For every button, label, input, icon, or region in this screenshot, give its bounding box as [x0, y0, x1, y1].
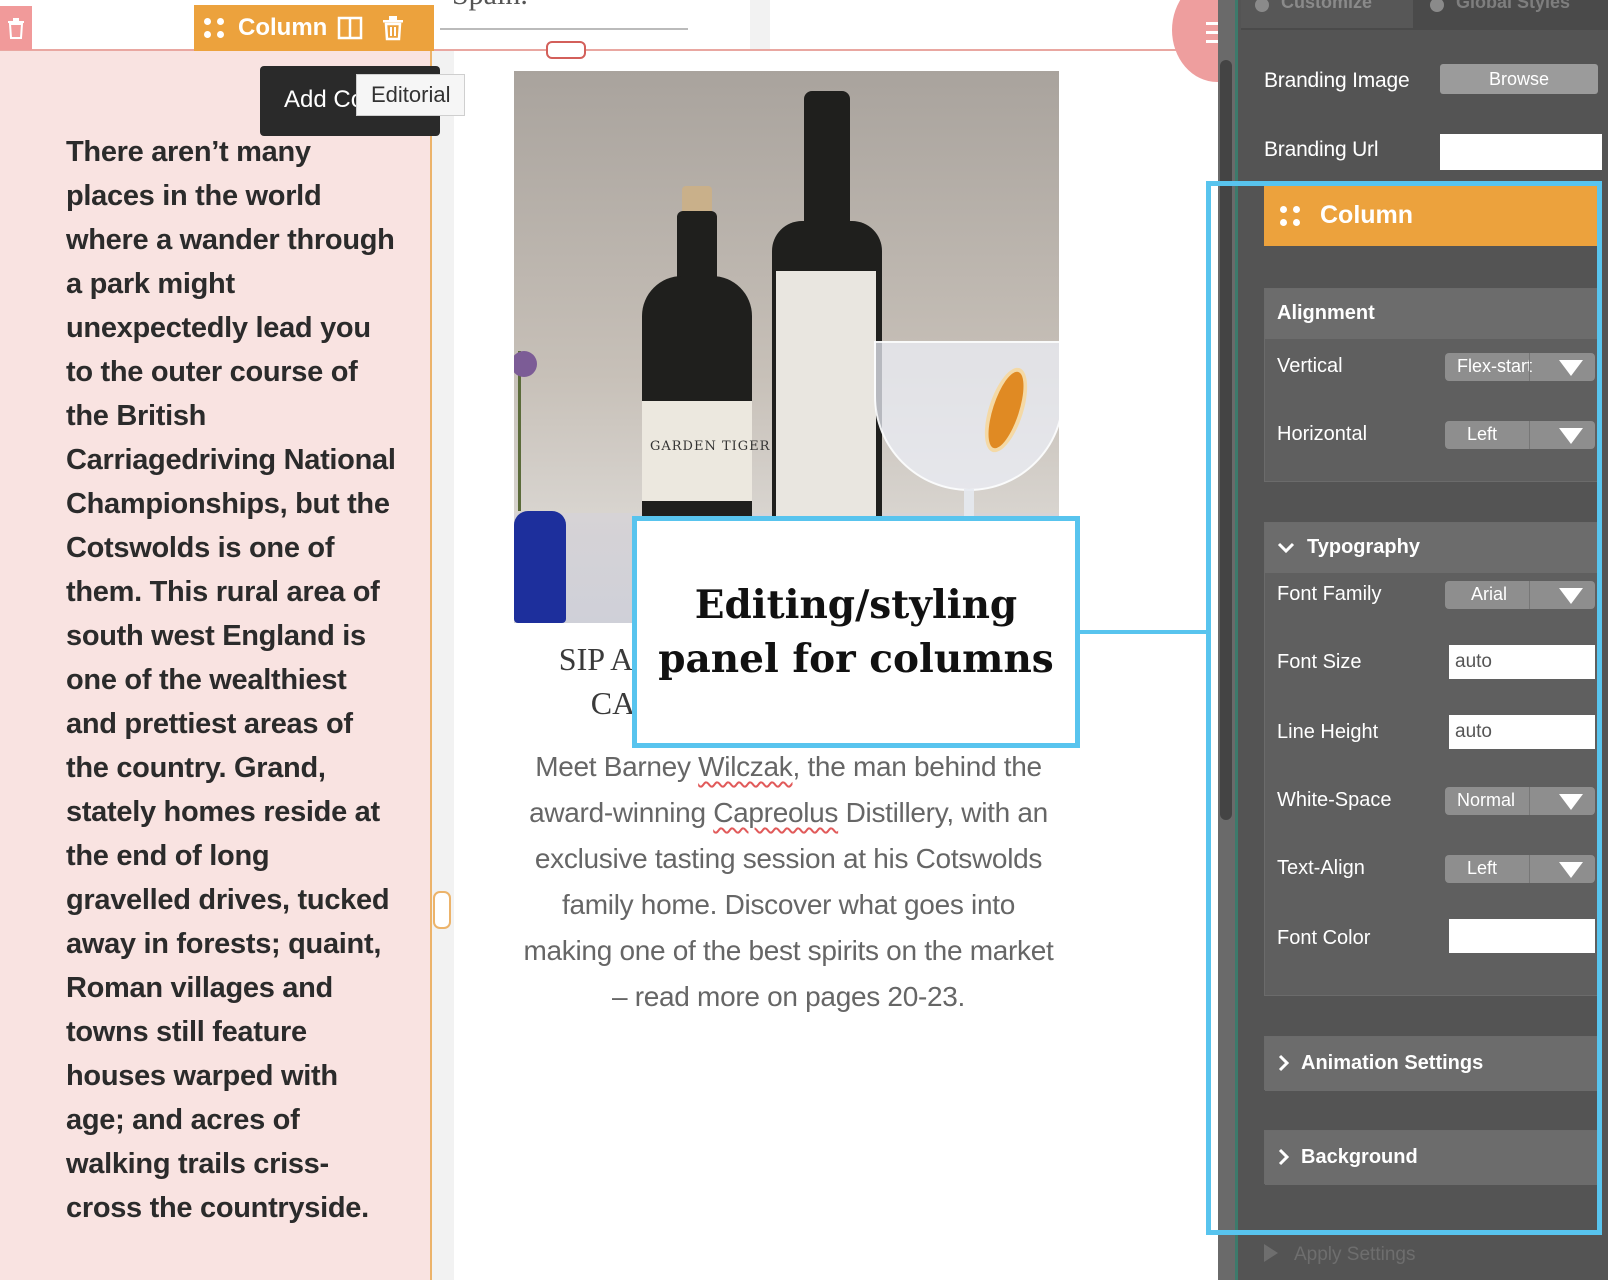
editorial-tooltip: Editorial	[356, 74, 466, 116]
editor-canvas: There aren’t many places in the world wh…	[0, 0, 1218, 1280]
desc-text: Meet Barney	[535, 751, 699, 782]
apply-settings-label: Apply Settings	[1294, 1244, 1416, 1265]
branding-url-label: Branding Url	[1264, 138, 1379, 161]
vase-graphic	[514, 511, 566, 623]
misspelled-word: Capreolus	[713, 797, 839, 828]
tab-global-styles[interactable]: Global Styles	[1416, 0, 1608, 28]
tab-label: Customize	[1281, 0, 1373, 12]
product-description[interactable]: Meet Barney Wilczak, the man behind the …	[516, 744, 1061, 1020]
column-resize-handle[interactable]	[433, 891, 451, 929]
flower-graphic	[514, 351, 561, 511]
tab-icon	[1430, 0, 1444, 12]
divider	[440, 28, 688, 30]
annotation-callout: Editing/styling panel for columns	[632, 516, 1080, 748]
apply-settings-button[interactable]: Apply Settings	[1264, 1244, 1415, 1266]
article-text[interactable]: There aren’t many places in the world wh…	[66, 130, 396, 1230]
columns-layout-icon[interactable]	[337, 16, 363, 40]
play-icon	[1264, 1244, 1278, 1262]
column-gutter-top	[750, 0, 770, 50]
annotation-connector	[1080, 630, 1206, 634]
annotation-highlight-frame	[1206, 181, 1602, 1235]
product-title-line: CA	[590, 685, 636, 721]
row-boundary-line	[0, 49, 1218, 51]
column-toolbar: Column	[194, 5, 434, 51]
tab-label: Global Styles	[1456, 0, 1571, 12]
bottle-neck-graphic	[804, 91, 850, 241]
row-drag-handle[interactable]	[546, 41, 586, 59]
tab-icon	[1255, 0, 1269, 12]
misspelled-word: Wilczak	[698, 751, 793, 782]
product-title[interactable]: SIP A CA	[548, 637, 644, 725]
menu-icon	[1206, 22, 1218, 43]
bottle-label-graphic	[776, 271, 876, 531]
product-title-line: SIP A	[558, 641, 634, 677]
column-gutter	[432, 50, 454, 1280]
trash-icon[interactable]	[381, 15, 405, 41]
previous-block-text: Spain.	[452, 0, 528, 12]
delete-row-button[interactable]	[0, 6, 32, 50]
add-column-tooltip-text: Add Co	[284, 86, 365, 113]
menu-button[interactable]	[1172, 0, 1218, 82]
drag-handle-icon[interactable]	[204, 18, 224, 38]
annotation-text: Editing/styling panel for columns	[658, 582, 1054, 682]
bottle-label-text: GARDEN TIGER	[650, 439, 771, 454]
branding-image-label: Branding Image	[1264, 69, 1410, 92]
browse-button[interactable]: Browse	[1440, 64, 1598, 94]
trash-icon	[8, 18, 24, 39]
branding-url-input[interactable]	[1440, 134, 1602, 170]
column-toolbar-label: Column	[238, 14, 328, 41]
selected-column[interactable]: There aren’t many places in the world wh…	[0, 50, 432, 1280]
tab-customize[interactable]: Customize	[1241, 0, 1413, 28]
glass-graphic	[874, 341, 1059, 491]
desc-text: Distillery, with an exclusive tasting se…	[523, 797, 1054, 1012]
